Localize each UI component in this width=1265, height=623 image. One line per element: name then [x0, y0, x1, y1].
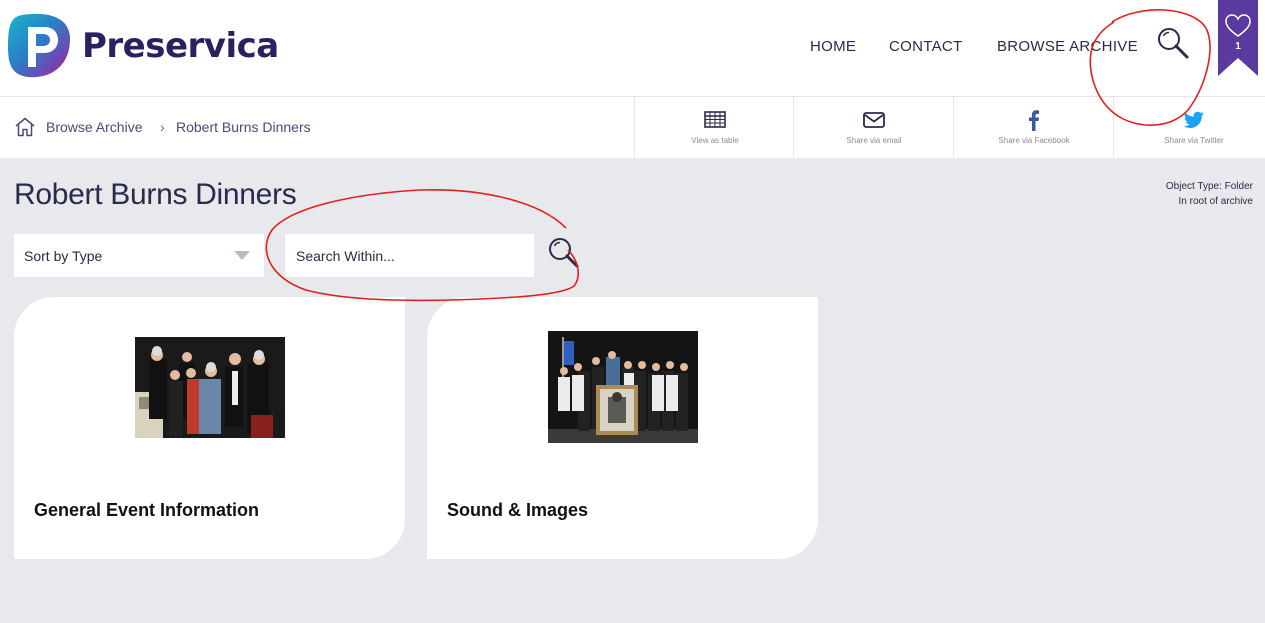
folder-card[interactable]: General Event Information [14, 297, 405, 559]
share-twitter-button[interactable]: Share via Twitter [1113, 97, 1265, 158]
group-photo-thumbnail [135, 337, 285, 438]
share-email-label: Share via email [846, 136, 902, 145]
view-as-table-label: View as table [691, 136, 739, 145]
share-email-button[interactable]: Share via email [793, 97, 953, 158]
search-within-icon[interactable] [547, 236, 579, 268]
group-photo-thumbnail [548, 331, 698, 443]
brand-name: Preservica [82, 26, 279, 66]
object-meta: Object Type: Folder In root of archive [1166, 179, 1253, 209]
breadcrumb-bar: Browse Archive › Robert Burns Dinners Vi… [0, 97, 1265, 158]
nav-browse-archive[interactable]: BROWSE ARCHIVE [997, 38, 1138, 55]
breadcrumb-browse-archive[interactable]: Browse Archive [46, 119, 142, 135]
sort-value: Sort by Type [24, 248, 103, 264]
search-within-input[interactable] [285, 234, 534, 277]
share-facebook-button[interactable]: Share via Facebook [953, 97, 1113, 158]
favourites-ribbon[interactable]: 1 [1218, 0, 1258, 76]
chevron-down-icon [234, 251, 250, 260]
folder-card[interactable]: Sound & Images [427, 297, 818, 559]
site-header: Preservica HOME CONTACT BROWSE ARCHIVE 1 [0, 0, 1265, 97]
logo-icon [8, 13, 70, 78]
sort-dropdown[interactable]: Sort by Type [14, 234, 264, 277]
view-as-table-button[interactable]: View as table [634, 97, 794, 158]
share-facebook-label: Share via Facebook [998, 136, 1070, 145]
search-icon[interactable] [1155, 25, 1191, 61]
home-icon[interactable] [14, 117, 36, 137]
email-icon [863, 112, 885, 128]
favourites-count: 1 [1235, 41, 1241, 52]
preservica-logo[interactable]: Preservica [8, 13, 279, 79]
twitter-icon [1183, 111, 1204, 128]
card-title: Sound & Images [447, 500, 589, 520]
object-location: In root of archive [1178, 196, 1253, 207]
heart-icon [1218, 0, 1258, 76]
nav-contact[interactable]: CONTACT [889, 38, 962, 55]
breadcrumb-separator: › [160, 119, 165, 135]
facebook-icon [1029, 110, 1039, 131]
nav-home[interactable]: HOME [810, 38, 856, 55]
table-icon [704, 111, 726, 128]
card-title: General Event Information [34, 500, 260, 520]
object-type: Object Type: Folder [1165, 181, 1253, 192]
page-title: Robert Burns Dinners [14, 178, 297, 211]
share-twitter-label: Share via Twitter [1164, 136, 1224, 145]
breadcrumb-current: Robert Burns Dinners [176, 119, 311, 135]
